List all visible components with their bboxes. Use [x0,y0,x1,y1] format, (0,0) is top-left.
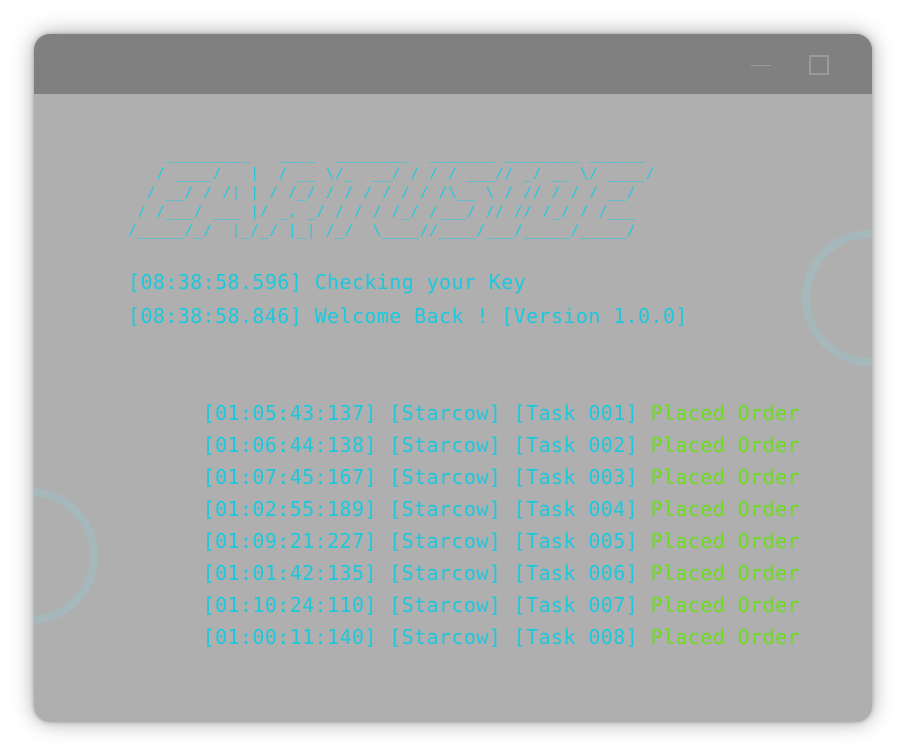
task-status: Placed Order [650,401,800,425]
task-log-prefix: [01:01:42:135] [Starcow] [Task 006] [202,561,651,585]
console-spacer [128,333,828,365]
task-log-prefix: [01:07:45:167] [Starcow] [Task 003] [202,465,651,489]
task-status: Placed Order [650,561,800,585]
task-status: Placed Order [650,465,800,489]
title-bar[interactable] [34,34,872,94]
task-log-prefix: [01:06:44:138] [Starcow] [Task 002] [202,433,651,457]
task-status: Placed Order [650,593,800,617]
startup-line-key-check: [08:38:58.596] Checking your Key [128,270,527,294]
decorative-ring-left [34,488,98,624]
task-log-prefix: [01:05:43:137] [Starcow] [Task 001] [202,401,651,425]
task-log-prefix: [01:10:24:110] [Starcow] [Task 007] [202,593,651,617]
task-log-prefix: [01:00:11:140] [Starcow] [Task 008] [202,625,651,649]
console-output: _________ ____ ________ _______ ________… [128,146,828,649]
startup-line-welcome: [08:38:58.846] Welcome Back ! [Version 1… [128,304,688,328]
minimize-icon[interactable] [740,48,774,82]
task-status: Placed Order [650,433,800,457]
ascii-logo: _________ ____ ________ _______ ________… [128,147,656,239]
task-status: Placed Order [650,497,800,521]
task-log-line: [01:05:43:137] [Starcow] [Task 001] Plac… [128,365,828,425]
task-log-prefix: [01:09:21:227] [Starcow] [Task 005] [202,529,651,553]
task-log-prefix: [01:02:55:189] [Starcow] [Task 004] [202,497,651,521]
task-status: Placed Order [650,625,800,649]
maximize-icon[interactable] [800,48,834,82]
task-status: Placed Order [650,529,800,553]
app-window: _________ ____ ________ _______ ________… [34,34,872,722]
